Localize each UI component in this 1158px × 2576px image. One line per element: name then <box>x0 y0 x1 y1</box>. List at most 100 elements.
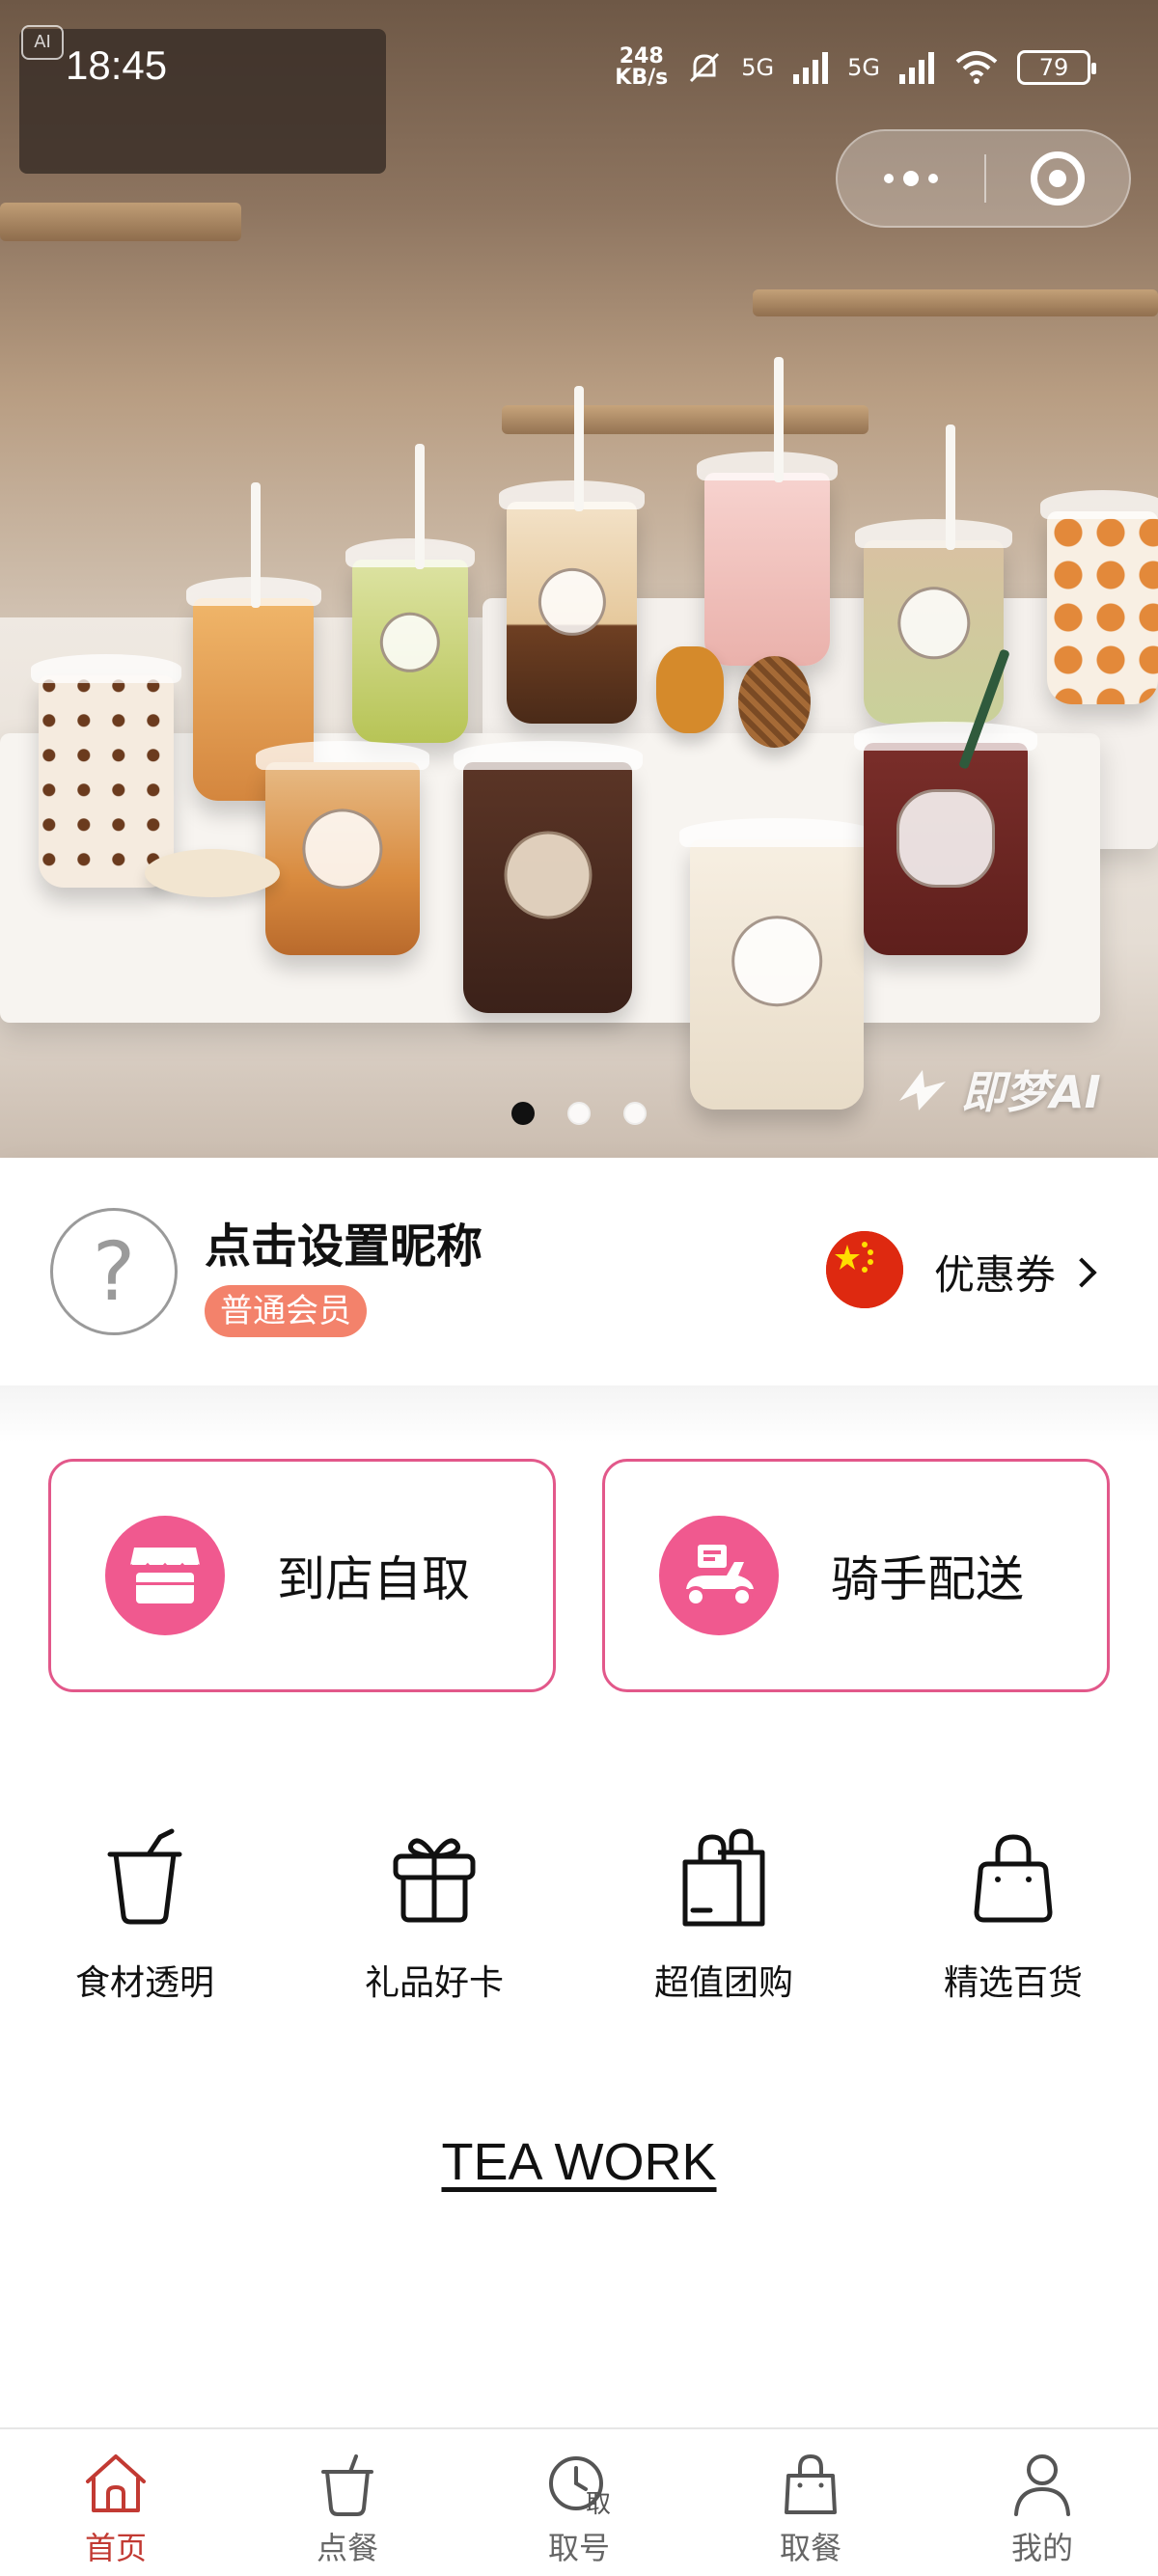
lid <box>855 519 1012 548</box>
chevron-right-icon <box>1066 1256 1097 1288</box>
drink-cup-image <box>1040 490 1158 704</box>
straw <box>774 357 784 482</box>
carousel-dot[interactable] <box>511 1102 535 1125</box>
background-shelf <box>753 289 1158 316</box>
tab-label: 点餐 <box>316 2530 378 2566</box>
tab-take-number[interactable]: 取 取号 <box>463 2429 695 2576</box>
status-time: 18:45 <box>66 42 168 88</box>
signal-5g-label: 5G <box>847 54 880 81</box>
user-icon <box>1014 2454 1070 2516</box>
pastry-image <box>656 646 724 733</box>
straw <box>574 386 584 511</box>
lid <box>498 480 646 509</box>
cookie-plate-image <box>145 849 280 897</box>
lid <box>697 452 838 480</box>
gift-icon <box>393 1838 476 1923</box>
carousel-indicator <box>511 1102 647 1125</box>
lid <box>679 818 874 847</box>
brand-link-container: TEA WORK <box>0 2132 1158 2192</box>
quick-link-ingredients[interactable]: 食材透明 <box>48 1823 241 2005</box>
status-indicators: 248 KB/s 5G 5G 79 <box>615 44 1096 89</box>
quick-link-label: 食材透明 <box>74 1963 214 2003</box>
hero-banner[interactable]: AI 18:45 248 KB/s 5G 5G 79 即梦AI <box>0 0 1158 1158</box>
lid <box>1040 490 1158 519</box>
handbag-icon <box>974 1834 1053 1923</box>
member-level-badge: 普通会员 <box>205 1285 367 1337</box>
bottom-tab-bar: 首页 点餐 取 取号 取餐 我的 <box>0 2427 1158 2576</box>
pastry-image <box>738 656 811 748</box>
drink-cup-image <box>345 444 476 743</box>
rider-delivery-button[interactable]: 骑手配送 <box>602 1459 1110 1692</box>
signal-icon <box>899 52 934 84</box>
lid <box>453 741 643 770</box>
home-icon <box>86 2454 146 2512</box>
straw <box>946 425 955 550</box>
lid <box>30 654 182 683</box>
watermark-logo-icon <box>899 1070 946 1110</box>
drink-cup-icon <box>107 1828 182 1925</box>
coupon-link[interactable]: 优惠券 <box>934 1243 1097 1302</box>
pickup-label: 到店自取 <box>277 1551 470 1607</box>
bag-icon <box>785 2453 837 2514</box>
drink-cup-image <box>453 741 643 1013</box>
more-menu-button[interactable] <box>838 131 984 226</box>
cup-logo <box>302 808 383 890</box>
lid <box>256 741 429 770</box>
tab-label: 首页 <box>84 2530 147 2566</box>
clock-ticket-icon: 取 <box>549 2456 611 2519</box>
wifi-icon <box>955 51 998 84</box>
pickup-in-store-button[interactable]: 到店自取 <box>48 1459 556 1692</box>
quick-link-label: 礼品好卡 <box>364 1963 504 2003</box>
cup-logo <box>731 916 822 1006</box>
lid <box>345 538 476 567</box>
avatar-placeholder: ? <box>92 1224 136 1319</box>
drink-cup-image <box>697 357 838 666</box>
tab-label: 取号 <box>547 2530 610 2566</box>
cup-logo <box>379 612 441 672</box>
quick-link-group-buy[interactable]: 超值团购 <box>627 1823 820 2005</box>
member-profile-card: ? 点击设置昵称 普通会员 优惠券 <box>0 1158 1158 1385</box>
tab-pickup[interactable]: 取餐 <box>695 2429 926 2576</box>
close-miniprogram-button[interactable] <box>986 131 1129 226</box>
quick-link-selected-goods[interactable]: 精选百货 <box>917 1823 1110 2005</box>
tab-mine[interactable]: 我的 <box>926 2429 1158 2576</box>
straw <box>415 444 425 569</box>
signal-5g-label: 5G <box>741 54 775 81</box>
cup-icon <box>321 2454 373 2516</box>
carousel-dot[interactable] <box>623 1102 647 1125</box>
store-icon <box>105 1516 225 1635</box>
status-bar: 18:45 248 KB/s 5G 5G 79 <box>0 29 1158 106</box>
avatar[interactable]: ? <box>50 1208 178 1335</box>
cup-logo <box>504 831 592 919</box>
miniprogram-capsule <box>836 129 1131 228</box>
set-nickname-link[interactable]: 点击设置昵称 <box>205 1208 482 1275</box>
watermark-text: 即梦AI <box>961 1066 1101 1118</box>
drink-cup-image <box>498 386 646 724</box>
tea-work-link[interactable]: TEA WORK <box>441 2133 716 2191</box>
target-icon <box>1031 151 1085 206</box>
background-shelf <box>502 405 868 434</box>
tab-label: 取餐 <box>779 2530 841 2566</box>
straw <box>251 482 261 608</box>
tab-order[interactable]: 点餐 <box>232 2429 463 2576</box>
drink-cup-image <box>30 654 182 888</box>
battery-indicator: 79 <box>1017 50 1096 85</box>
drink-cup-image <box>679 818 874 1110</box>
delivery-label: 骑手配送 <box>831 1551 1024 1607</box>
lid <box>853 722 1038 751</box>
tab-home[interactable]: 首页 <box>0 2429 232 2576</box>
tab-label: 我的 <box>1010 2530 1073 2566</box>
cup-logo <box>538 567 606 636</box>
quick-link-label: 超值团购 <box>653 1963 793 2003</box>
cup-logo <box>896 586 971 660</box>
quick-link-gift-card[interactable]: 礼品好卡 <box>338 1823 531 2005</box>
china-flag-icon <box>826 1231 903 1308</box>
signal-icon <box>793 52 829 84</box>
section-divider <box>0 1385 1158 1443</box>
cup-logo <box>896 789 995 888</box>
watermark: 即梦AI <box>896 1057 1101 1121</box>
background-shelf <box>0 203 241 241</box>
carousel-dot[interactable] <box>567 1102 591 1125</box>
mute-icon <box>690 52 720 83</box>
network-speed-value: 248 <box>619 44 664 69</box>
